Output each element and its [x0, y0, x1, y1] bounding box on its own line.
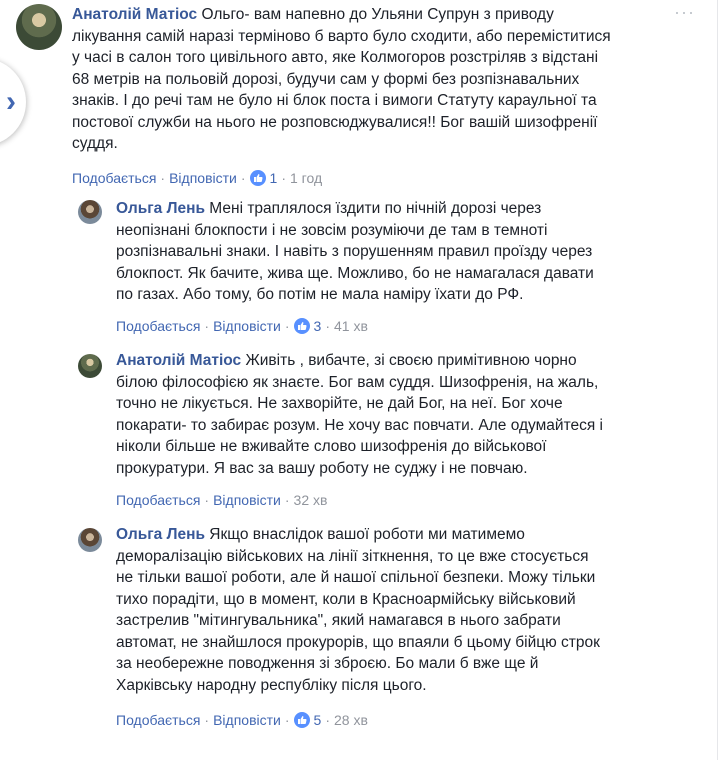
like-link[interactable]: Подобається: [116, 318, 200, 334]
comment-line: Якщо внаслідок вашої роботи ми матимемо: [205, 526, 525, 543]
comments-panel: › · · · Анатолій Матіос Ольго- вам напевно…: [0, 0, 718, 760]
separator: ·: [284, 318, 290, 334]
comment-actions: Подобається · Відповісти · 3 · 41 хв: [116, 318, 368, 334]
comment-line: у часі в салон того цивільного авто, яке…: [72, 49, 599, 66]
comment-line: точно не лікується. Не захворійте, не да…: [116, 395, 563, 412]
comment-line: розпізнавальні знаки. І навіть з порушен…: [116, 243, 593, 260]
comment-line: неопізнані блокпости і не зовсім розумію…: [116, 221, 548, 239]
chevron-right-icon[interactable]: ›: [0, 58, 26, 146]
separator: ·: [160, 170, 166, 186]
separator: ·: [284, 492, 290, 508]
comment-author[interactable]: Ольга Лень: [116, 526, 205, 543]
separator: ·: [284, 712, 290, 728]
comment-line: Ольго- вам напевно до Ульяни Супрун з пр…: [197, 6, 554, 23]
avatar[interactable]: [78, 528, 102, 552]
separator: ·: [240, 170, 246, 186]
like-link[interactable]: Подобається: [116, 492, 200, 508]
separator: ·: [325, 318, 330, 334]
timestamp[interactable]: 41 хв: [334, 318, 368, 334]
comment-actions: Подобається · Відповісти · 32 хв: [116, 492, 327, 508]
comment-line: за необережне поводження зі зброєю. Бо м…: [116, 655, 539, 672]
reply-link[interactable]: Відповісти: [213, 492, 281, 508]
comment-line: прокуратури. Я вас за вашу роботу не суд…: [116, 459, 528, 477]
reply-link[interactable]: Відповісти: [169, 170, 237, 186]
timestamp[interactable]: 28 хв: [334, 712, 368, 728]
comment-line: блокпост. Як бачите, жива ще. Можливо, б…: [116, 264, 594, 282]
comment-text: Ольга Лень Мені траплялося їздити по ніч…: [116, 198, 696, 306]
comment-line: Живіть , вибачте, зі своєю примітивною ч…: [241, 352, 577, 369]
separator: ·: [204, 712, 210, 728]
comment-author[interactable]: Анатолій Матіос: [72, 6, 197, 23]
separator: ·: [281, 170, 286, 186]
comment-line: Харківську народну республіку після цьог…: [116, 676, 427, 694]
comment-line: по газах. Або тому, бо потім не мала нам…: [116, 286, 524, 303]
comment-line: постової служби на нього не розповсюджув…: [72, 113, 598, 131]
timestamp[interactable]: 1 год: [290, 170, 322, 186]
comment-line: покарати- то забирає розум. Не хочу вас …: [116, 416, 604, 434]
avatar[interactable]: [78, 354, 102, 378]
comment-line: ніколи більше не вживайте слово шизофрен…: [116, 438, 547, 455]
separator: ·: [204, 318, 210, 334]
comment-text: Анатолій Матіос Ольго- вам напевно до Ул…: [72, 4, 692, 155]
comment-text: Ольга Лень Якщо внаслідок вашої роботи м…: [116, 524, 696, 696]
comment-line: автомат, не знайшлося прокурорів, що впа…: [116, 633, 600, 651]
comment-line: суддя.: [72, 135, 118, 152]
comment-actions: Подобається · Відповісти · 1 · 1 год: [72, 170, 322, 186]
thumbs-up-icon[interactable]: [249, 170, 266, 186]
reaction-count[interactable]: 1: [270, 170, 278, 186]
thumbs-up-icon[interactable]: [293, 318, 310, 334]
timestamp[interactable]: 32 хв: [294, 492, 328, 508]
separator: ·: [204, 492, 210, 508]
comment-author[interactable]: Ольга Лень: [116, 200, 205, 217]
comment-line: тихо порадіти, що в момент, коли в Красн…: [116, 590, 576, 608]
comment-line: не тільки вашої роботи, але й нашої спіл…: [116, 569, 596, 586]
comment-line: білою філософією як знаєте. Бог вам судд…: [116, 373, 599, 391]
reaction-count[interactable]: 5: [314, 712, 322, 728]
comment-text: Анатолій Матіос Живіть , вибачте, зі сво…: [116, 350, 696, 479]
comment-line: застрелив "мітингувальника", який намага…: [116, 612, 561, 629]
thumbs-up-icon[interactable]: [293, 712, 310, 728]
comment-line: Мені траплялося їздити по нічній дорозі …: [205, 200, 542, 217]
comment-line: 68 метрів на польовій дорозі, будучи сам…: [72, 70, 580, 88]
comment-actions: Подобається · Відповісти · 5 · 28 хв: [116, 712, 368, 728]
avatar[interactable]: [16, 4, 62, 50]
reaction-count[interactable]: 3: [314, 318, 322, 334]
comment-author[interactable]: Анатолій Матіос: [116, 352, 241, 369]
separator: ·: [325, 712, 330, 728]
reply-link[interactable]: Відповісти: [213, 712, 281, 728]
comment-line: деморалізацію військових на лінії зіткне…: [116, 547, 589, 565]
avatar[interactable]: [78, 200, 102, 224]
comment-line: знаків. І до речі там не було ні блок по…: [72, 92, 597, 109]
comment-line: лікування самій наразі терміново б варто…: [72, 27, 611, 45]
like-link[interactable]: Подобається: [72, 170, 156, 186]
reply-link[interactable]: Відповісти: [213, 318, 281, 334]
like-link[interactable]: Подобається: [116, 712, 200, 728]
